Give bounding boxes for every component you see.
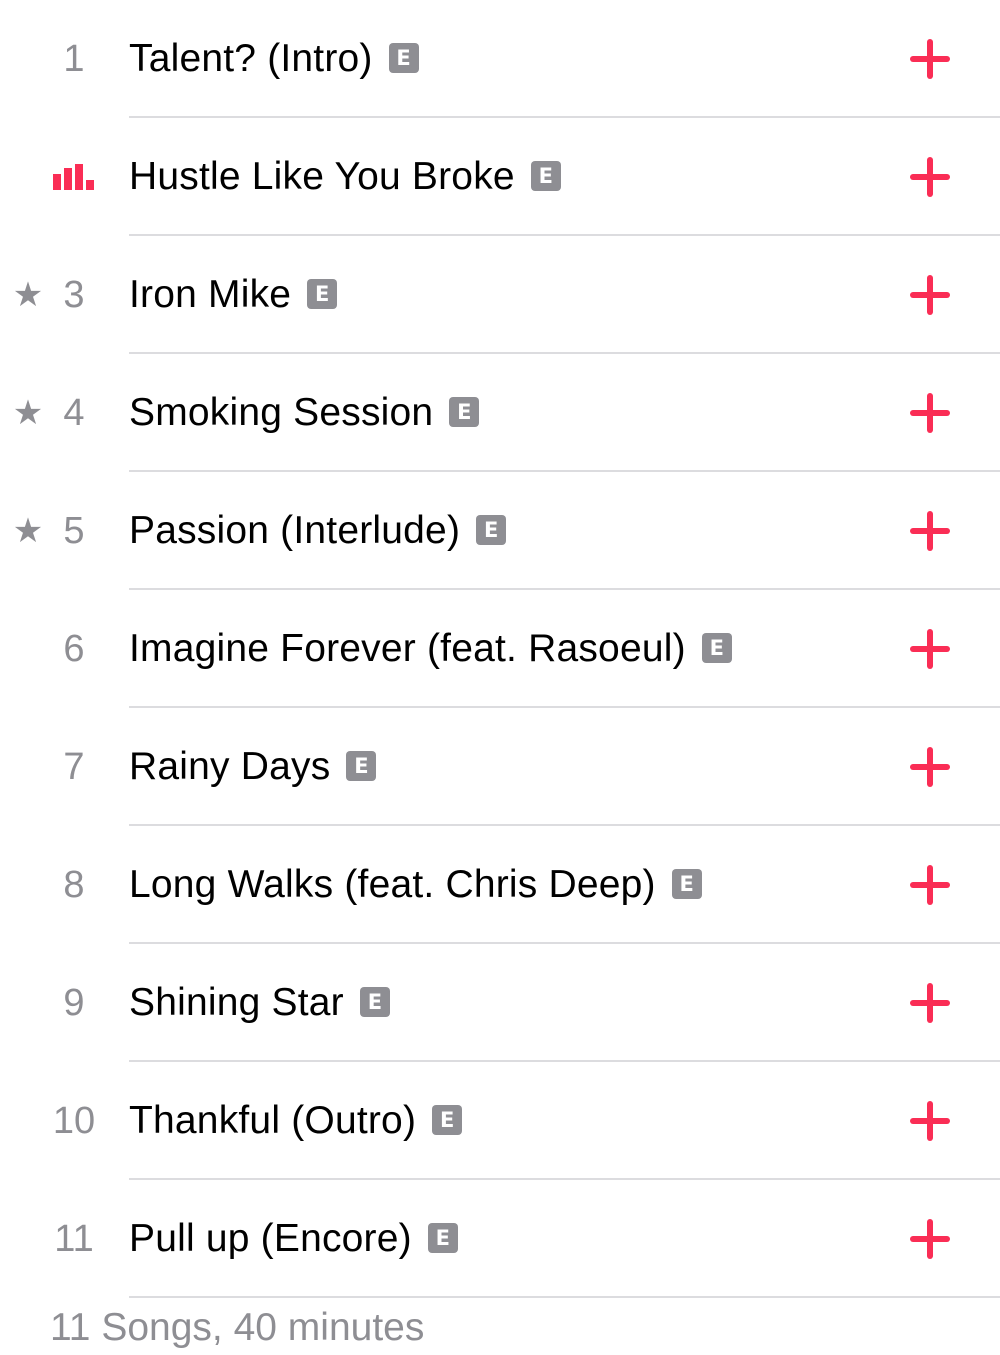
- explicit-badge: E: [307, 279, 338, 309]
- star-icon: ★: [12, 511, 44, 551]
- plus-icon[interactable]: [904, 977, 956, 1029]
- track-number: 7: [63, 746, 85, 788]
- plus-icon[interactable]: [904, 33, 956, 85]
- track-row[interactable]: 8 Long Walks (feat. Chris Deep) E: [0, 826, 1000, 944]
- track-title: Iron Mike: [129, 273, 292, 316]
- track-title-group: Rainy Days E: [129, 708, 377, 826]
- explicit-badge: E: [701, 633, 732, 663]
- plus-icon[interactable]: [904, 1213, 956, 1265]
- track-title: Long Walks (feat. Chris Deep): [129, 863, 656, 906]
- track-list: 1 Talent? (Intro) E Hustle Like You Broke E ★…: [0, 0, 1000, 1298]
- track-row[interactable]: 1 Talent? (Intro) E: [0, 0, 1000, 118]
- track-title-group: Talent? (Intro) E: [129, 0, 419, 118]
- plus-icon[interactable]: [904, 151, 956, 203]
- row-divider: [129, 1296, 1000, 1298]
- now-playing-bars-icon: [53, 164, 94, 190]
- track-title: Hustle Like You Broke: [129, 155, 515, 198]
- track-number: 1: [63, 38, 85, 80]
- plus-icon[interactable]: [904, 387, 956, 439]
- track-title: Imagine Forever (feat. Rasoeul): [129, 627, 686, 670]
- plus-icon[interactable]: [904, 269, 956, 321]
- track-title: Shining Star: [129, 981, 344, 1024]
- track-title-group: Passion (Interlude) E: [129, 472, 507, 590]
- explicit-badge: E: [388, 43, 419, 73]
- track-number: 10: [52, 1100, 96, 1142]
- track-title-group: Hustle Like You Broke E: [129, 118, 561, 236]
- track-row[interactable]: 9 Shining Star E: [0, 944, 1000, 1062]
- track-title-group: Shining Star E: [129, 944, 390, 1062]
- track-title-group: Iron Mike E: [129, 236, 338, 354]
- plus-icon[interactable]: [904, 505, 956, 557]
- explicit-badge: E: [449, 397, 480, 427]
- explicit-badge: E: [476, 515, 507, 545]
- star-icon: ★: [12, 275, 44, 315]
- track-number: 4: [63, 392, 85, 434]
- explicit-badge: E: [427, 1223, 458, 1253]
- track-number: 8: [63, 864, 85, 906]
- plus-icon[interactable]: [904, 741, 956, 793]
- track-title: Pull up (Encore): [129, 1217, 412, 1260]
- track-number: 5: [63, 510, 85, 552]
- track-title: Thankful (Outro): [129, 1099, 417, 1142]
- track-title-group: Imagine Forever (feat. Rasoeul) E: [129, 590, 732, 708]
- star-icon: ★: [12, 393, 44, 433]
- track-title: Passion (Interlude): [129, 509, 461, 552]
- track-title: Rainy Days: [129, 745, 331, 788]
- track-title-group: Thankful (Outro) E: [129, 1062, 463, 1180]
- track-title: Talent? (Intro): [129, 37, 373, 80]
- track-row[interactable]: 10 Thankful (Outro) E: [0, 1062, 1000, 1180]
- track-row[interactable]: Hustle Like You Broke E: [0, 118, 1000, 236]
- track-row[interactable]: 11 Pull up (Encore) E: [0, 1180, 1000, 1298]
- track-row[interactable]: ★ 4 Smoking Session E: [0, 354, 1000, 472]
- plus-icon[interactable]: [904, 859, 956, 911]
- explicit-badge: E: [530, 161, 561, 191]
- track-number: 6: [63, 628, 85, 670]
- explicit-badge: E: [359, 987, 390, 1017]
- track-title-group: Long Walks (feat. Chris Deep) E: [129, 826, 702, 944]
- plus-icon[interactable]: [904, 1095, 956, 1147]
- explicit-badge: E: [346, 751, 377, 781]
- track-number: 11: [54, 1218, 94, 1260]
- explicit-badge: E: [671, 869, 702, 899]
- track-title-group: Pull up (Encore) E: [129, 1180, 458, 1298]
- album-summary: 11 Songs, 40 minutes: [50, 1306, 425, 1349]
- track-row[interactable]: 7 Rainy Days E: [0, 708, 1000, 826]
- track-number: 3: [63, 274, 85, 316]
- track-row[interactable]: ★ 3 Iron Mike E: [0, 236, 1000, 354]
- track-title: Smoking Session: [129, 391, 434, 434]
- track-title-group: Smoking Session E: [129, 354, 480, 472]
- explicit-badge: E: [432, 1105, 463, 1135]
- plus-icon[interactable]: [904, 623, 956, 675]
- track-number: 9: [63, 982, 85, 1024]
- track-row[interactable]: 6 Imagine Forever (feat. Rasoeul) E: [0, 590, 1000, 708]
- track-row[interactable]: ★ 5 Passion (Interlude) E: [0, 472, 1000, 590]
